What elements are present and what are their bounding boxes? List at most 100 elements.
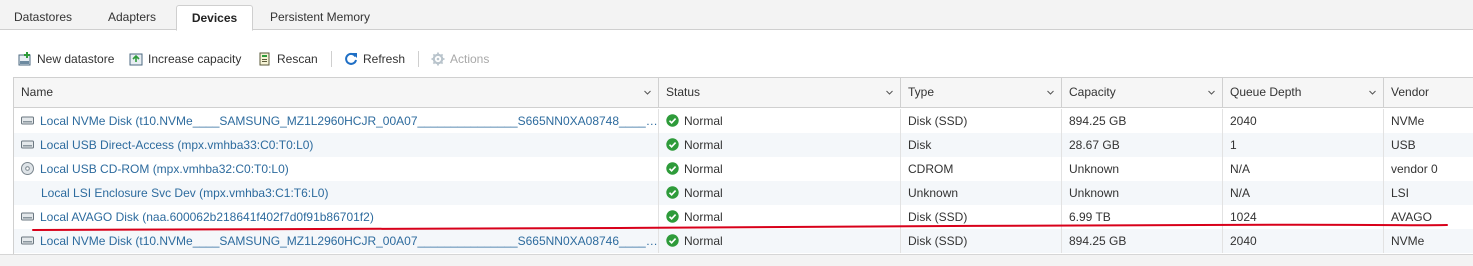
table-row[interactable]: Local NVMe Disk (t10.NVMe____SAMSUNG_MZ1…	[14, 229, 1473, 253]
cell-queue-depth: 1	[1223, 133, 1384, 157]
tab-bar: Datastores Adapters Devices Persistent M…	[0, 0, 1473, 31]
cell-text: NVMe	[1391, 114, 1425, 128]
tab-persistent-memory[interactable]: Persistent Memory	[262, 5, 378, 31]
tab-devices[interactable]: Devices	[176, 5, 253, 31]
cell-text: Unknown	[1069, 186, 1120, 200]
cell-queue-depth: N/A	[1223, 181, 1384, 205]
disk-icon	[21, 231, 34, 245]
cell-text: Disk (SSD)	[908, 114, 968, 128]
cell-text: Local AVAGO Disk (naa.600062b218641f402f…	[40, 210, 374, 224]
column-header-type[interactable]: Type	[901, 78, 1062, 108]
rescan-button[interactable]: Rescan	[258, 49, 318, 69]
cell-status: Normal	[659, 229, 901, 253]
table-row[interactable]: Local USB CD-ROM (mpx.vmhba32:C0:T0:L0) N…	[14, 157, 1473, 181]
disk-icon	[21, 135, 34, 149]
cell-vendor: AVAGO	[1384, 205, 1473, 229]
cell-capacity: 6.99 TB	[1062, 205, 1223, 229]
cell-text: Local LSI Enclosure Svc Dev (mpx.vmhba3:…	[41, 186, 329, 200]
cell-text: Normal	[684, 138, 723, 152]
cell-text: Disk (SSD)	[908, 234, 968, 248]
cell-text: Local USB CD-ROM (mpx.vmhba32:C0:T0:L0)	[40, 162, 289, 176]
actions-button[interactable]: Actions	[431, 49, 489, 69]
toolbar: New datastore Increase capacity Rescan R…	[0, 46, 1473, 72]
column-header-capacity[interactable]: Capacity	[1062, 78, 1223, 108]
cell-text: Disk	[908, 138, 932, 152]
cell-status: Normal	[659, 205, 901, 229]
column-header-label: Vendor	[1391, 85, 1430, 99]
cell-name[interactable]: Local AVAGO Disk (naa.600062b218641f402f…	[14, 205, 659, 229]
table-footer	[0, 254, 1473, 266]
table-row[interactable]: Local AVAGO Disk (naa.600062b218641f402f…	[14, 205, 1473, 229]
cell-capacity: 894.25 GB	[1062, 229, 1223, 253]
cell-text: Disk (SSD)	[908, 210, 968, 224]
chevron-down-icon	[886, 90, 893, 95]
cell-text: CDROM	[908, 162, 954, 176]
increase-capacity-label: Increase capacity	[148, 52, 242, 66]
cell-name[interactable]: Local USB CD-ROM (mpx.vmhba32:C0:T0:L0)	[14, 157, 659, 181]
chevron-down-icon	[1047, 90, 1054, 95]
column-header-name[interactable]: Name	[14, 78, 659, 108]
tab-datastores[interactable]: Datastores	[0, 5, 86, 31]
cell-capacity: 28.67 GB	[1062, 133, 1223, 157]
cell-text: 1	[1230, 138, 1237, 152]
cell-name[interactable]: Local USB Direct-Access (mpx.vmhba33:C0:…	[14, 133, 659, 157]
cell-text: Normal	[684, 234, 723, 248]
status-ok-icon	[666, 135, 679, 151]
cell-capacity: 894.25 GB	[1062, 109, 1223, 133]
table-row[interactable]: Local LSI Enclosure Svc Dev (mpx.vmhba3:…	[14, 181, 1473, 205]
gear-icon	[431, 52, 445, 66]
column-header-queue-depth[interactable]: Queue Depth	[1223, 78, 1384, 108]
rescan-label: Rescan	[277, 52, 318, 66]
cell-capacity: Unknown	[1062, 181, 1223, 205]
refresh-button[interactable]: Refresh	[344, 49, 405, 69]
cell-text: Local NVMe Disk (t10.NVMe____SAMSUNG_MZ1…	[40, 234, 659, 248]
column-header-status[interactable]: Status	[659, 78, 901, 108]
cdrom-icon	[21, 159, 34, 175]
new-datastore-button[interactable]: New datastore	[18, 49, 114, 69]
column-header-label: Queue Depth	[1230, 85, 1302, 99]
cell-vendor: vendor 0	[1384, 157, 1473, 181]
chevron-down-icon	[1369, 90, 1376, 95]
status-ok-icon	[666, 207, 679, 223]
refresh-icon	[344, 52, 358, 66]
cell-queue-depth: 2040	[1223, 109, 1384, 133]
column-header-label: Status	[666, 85, 701, 99]
cell-vendor: NVMe	[1384, 229, 1473, 253]
cell-status: Normal	[659, 181, 901, 205]
cell-text: 6.99 TB	[1069, 210, 1111, 224]
cell-type: Disk	[901, 133, 1062, 157]
disk-icon	[21, 207, 34, 221]
cell-name[interactable]: Local NVMe Disk (t10.NVMe____SAMSUNG_MZ1…	[14, 109, 659, 133]
cell-status: Normal	[659, 109, 901, 133]
column-header-vendor[interactable]: Vendor	[1384, 78, 1473, 108]
cell-text: 2040	[1230, 234, 1257, 248]
toolbar-divider	[331, 51, 332, 67]
cell-text: 2040	[1230, 114, 1257, 128]
devices-table: Name Status Type Capacity Queue Depth Ve…	[13, 77, 1473, 254]
cell-name[interactable]: Local LSI Enclosure Svc Dev (mpx.vmhba3:…	[14, 181, 659, 205]
cell-name[interactable]: Local NVMe Disk (t10.NVMe____SAMSUNG_MZ1…	[14, 229, 659, 253]
status-ok-icon	[666, 111, 679, 127]
cell-status: Normal	[659, 157, 901, 181]
cell-text: Unknown	[1069, 162, 1120, 176]
cell-status: Normal	[659, 133, 901, 157]
cell-queue-depth: 1024	[1223, 205, 1384, 229]
cell-text: 28.67 GB	[1069, 138, 1120, 152]
increase-capacity-button[interactable]: Increase capacity	[129, 49, 241, 69]
cell-text: vendor 0	[1391, 162, 1438, 176]
cell-text: Normal	[684, 162, 723, 176]
cell-text: Normal	[684, 210, 723, 224]
cell-text: Normal	[684, 186, 723, 200]
table-row[interactable]: Local USB Direct-Access (mpx.vmhba33:C0:…	[14, 133, 1473, 157]
cell-vendor: NVMe	[1384, 109, 1473, 133]
tab-adapters[interactable]: Adapters	[94, 5, 170, 31]
cell-vendor: LSI	[1384, 181, 1473, 205]
cell-text: Normal	[684, 114, 723, 128]
column-header-label: Capacity	[1069, 85, 1116, 99]
cell-type: Unknown	[901, 181, 1062, 205]
table-row[interactable]: Local NVMe Disk (t10.NVMe____SAMSUNG_MZ1…	[14, 109, 1473, 133]
cell-text: AVAGO	[1391, 210, 1432, 224]
status-ok-icon	[666, 183, 679, 199]
cell-text: NVMe	[1391, 234, 1425, 248]
actions-label: Actions	[450, 52, 490, 66]
